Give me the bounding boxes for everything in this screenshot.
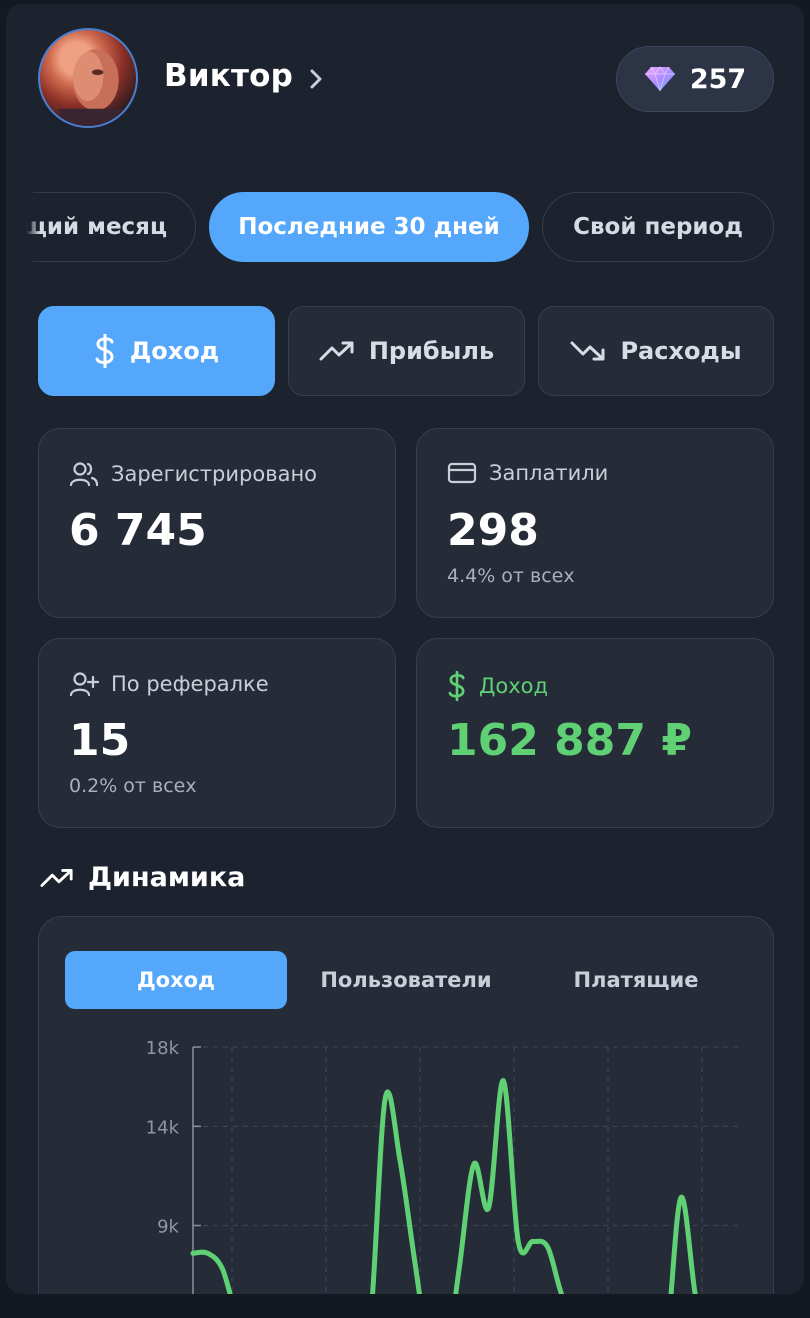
stat-card-registered: Зарегистрировано 6 745: [38, 428, 396, 618]
stat-paid-label-row: Заплатили: [447, 461, 608, 485]
period-fade: [6, 192, 40, 264]
dashboard-panel: Виктор 257 ущий месяц Последние 30 дней: [6, 4, 804, 1294]
metric-profit-label: Прибыль: [368, 337, 495, 365]
avatar[interactable]: [38, 28, 138, 128]
stat-card-referral: По рефералке 15 0.2% от всех: [38, 638, 396, 828]
metric-expenses-button[interactable]: Расходы: [538, 306, 774, 396]
stat-card-paid: Заплатили 298 4.4% от всех: [416, 428, 774, 618]
stat-referral-share: 0.2% от всех: [69, 775, 197, 797]
metric-income-button[interactable]: Доход: [38, 306, 275, 396]
user-plus-icon: [69, 672, 99, 697]
stat-paid-share: 4.4% от всех: [447, 565, 575, 587]
dollar-icon: [95, 334, 114, 368]
stat-referral-label: По рефералке: [111, 672, 269, 696]
gem-icon: [644, 66, 675, 92]
trend-up-icon: [40, 868, 73, 887]
dynamics-title: Динамика: [88, 862, 246, 893]
stat-registered-label: Зарегистрировано: [111, 462, 318, 486]
stat-income-label-row: Доход: [447, 671, 548, 701]
metric-income-label: Доход: [129, 337, 220, 365]
dynamics-chart-card: Доход Пользователи Платящие 18k14k9k5k: [38, 916, 774, 1294]
period-tabs: ущий месяц Последние 30 дней Свой период: [6, 192, 804, 264]
trend-up-icon: [319, 341, 354, 361]
users-icon: [69, 462, 99, 487]
income-series-line: [190, 1078, 698, 1294]
y-tick-label: 14k: [146, 1117, 180, 1138]
metric-expenses-label: Расходы: [620, 337, 742, 365]
stat-income-value: 162 887 ₽: [447, 715, 692, 766]
stat-paid-label: Заплатили: [489, 461, 609, 485]
tab-last-30-days-label: Последние 30 дней: [238, 214, 500, 240]
stat-registered-label-row: Зарегистрировано: [69, 461, 317, 487]
tab-last-30-days[interactable]: Последние 30 дней: [209, 192, 529, 262]
stat-referral-value: 15: [69, 715, 131, 766]
tab-custom-period[interactable]: Свой период: [542, 192, 774, 262]
metric-profit-button[interactable]: Прибыль: [288, 306, 525, 396]
user-name[interactable]: Виктор: [164, 58, 293, 94]
tab-custom-period-label: Свой период: [573, 214, 743, 240]
income-line-chart: 18k14k9k5k: [146, 1038, 739, 1294]
dollar-icon: [448, 671, 465, 701]
stat-paid-value: 298: [447, 505, 539, 556]
avatar-image: [59, 49, 127, 126]
y-tick-label: 18k: [146, 1038, 180, 1059]
bottom-strip: [0, 1294, 810, 1318]
trend-down-icon: [570, 341, 605, 361]
gems-balance-button[interactable]: 257: [616, 46, 774, 112]
dynamics-heading: Динамика: [40, 862, 245, 893]
stat-referral-label-row: По рефералке: [69, 671, 269, 697]
credit-card-icon: [447, 462, 477, 484]
gems-count: 257: [689, 63, 747, 95]
y-tick-label: 9k: [157, 1217, 179, 1238]
chevron-right-icon[interactable]: [306, 68, 326, 90]
stat-registered-value: 6 745: [69, 505, 207, 556]
stat-income-label: Доход: [479, 674, 549, 698]
stat-card-income: Доход 162 887 ₽: [416, 638, 774, 828]
